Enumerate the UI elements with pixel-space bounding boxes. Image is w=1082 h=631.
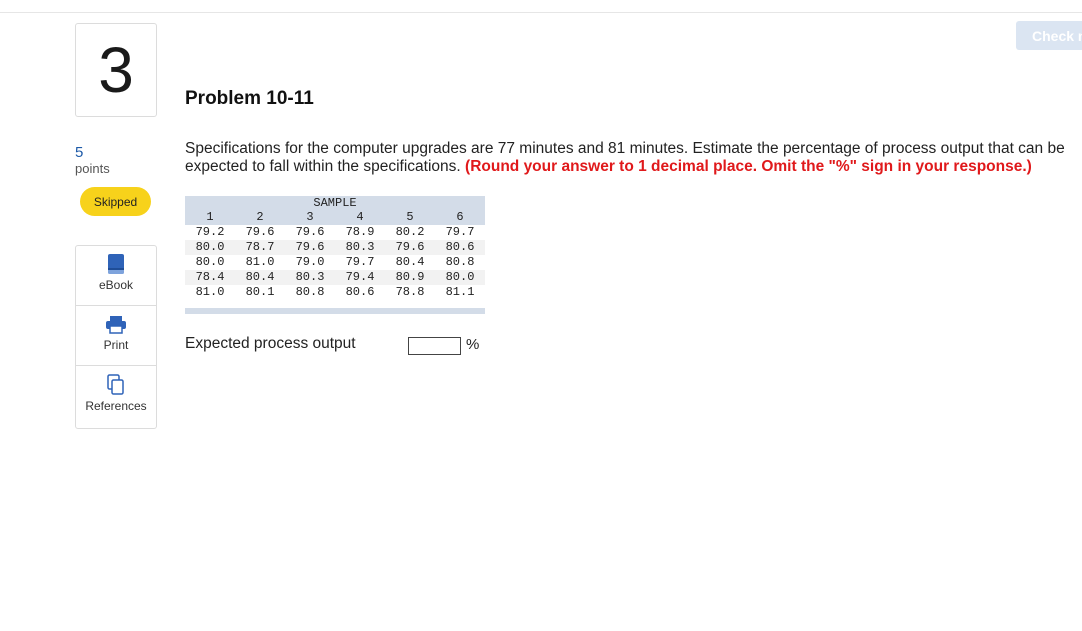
table-cell: 78.8 xyxy=(395,285,425,299)
tools-panel: eBook Print References xyxy=(75,245,157,429)
expected-output-input[interactable] xyxy=(408,337,461,355)
references-icon xyxy=(106,370,126,396)
check-my-work-button[interactable]: Check m xyxy=(1016,21,1082,50)
column-header: 3 xyxy=(306,210,314,224)
references-label: References xyxy=(85,399,147,413)
column-header: 6 xyxy=(456,210,464,224)
rounding-instruction: (Round your answer to 1 decimal place. O… xyxy=(465,158,1032,175)
percent-unit: % xyxy=(466,336,480,353)
table-cell: 78.7 xyxy=(245,240,275,254)
sample-table-body: 79.2 79.6 79.6 78.9 80.2 79.7 80.0 78.7 79.6 80.3… xyxy=(185,225,485,300)
table-cell: 80.2 xyxy=(395,225,425,239)
table-cell: 79.4 xyxy=(345,270,375,284)
top-divider xyxy=(0,12,1082,13)
table-cell: 80.6 xyxy=(445,240,475,254)
ebook-label: eBook xyxy=(98,278,134,292)
book-icon xyxy=(106,249,126,275)
sample-table-columns: 1 2 3 4 5 6 xyxy=(185,210,485,225)
sample-table: SAMPLE 1 2 3 4 5 6 79.2 79.6 79.6 78.9 80.2 7… xyxy=(185,196,485,314)
column-header: 4 xyxy=(356,210,364,224)
table-cell: 81.1 xyxy=(445,285,475,299)
table-cell: 81.0 xyxy=(195,285,225,299)
table-cell: 80.4 xyxy=(245,270,275,284)
table-cell: 80.3 xyxy=(345,240,375,254)
sample-table-footer xyxy=(185,308,485,314)
sample-table-header: SAMPLE xyxy=(185,196,485,210)
table-cell: 80.9 xyxy=(395,270,425,284)
table-cell: 79.6 xyxy=(295,240,325,254)
table-row: 78.4 80.4 80.3 79.4 80.9 80.0 xyxy=(185,270,485,285)
print-label: Print xyxy=(103,338,129,352)
table-cell: 80.8 xyxy=(295,285,325,299)
table-cell: 79.6 xyxy=(295,225,325,239)
table-cell: 79.7 xyxy=(445,225,475,239)
references-button[interactable]: References xyxy=(76,366,156,426)
table-cell: 80.8 xyxy=(445,255,475,269)
status-badge: Skipped xyxy=(80,187,151,216)
table-cell: 80.0 xyxy=(195,240,225,254)
question-number: 3 xyxy=(75,23,157,117)
prompt-line-1: Specifications for the computer upgrades… xyxy=(185,140,1065,157)
table-cell: 79.7 xyxy=(345,255,375,269)
table-row: 80.0 81.0 79.0 79.7 80.4 80.8 xyxy=(185,255,485,270)
table-cell: 78.9 xyxy=(345,225,375,239)
prompt-line-2-text: expected to fall within the specificatio… xyxy=(185,158,461,175)
table-row: 81.0 80.1 80.8 80.6 78.8 81.1 xyxy=(185,285,485,300)
points-label: points xyxy=(75,161,110,176)
table-cell: 81.0 xyxy=(245,255,275,269)
problem-title: Problem 10-11 xyxy=(185,88,314,109)
problem-prompt: Specifications for the computer upgrades… xyxy=(185,140,1082,176)
table-cell: 78.4 xyxy=(195,270,225,284)
table-cell: 79.6 xyxy=(395,240,425,254)
points-value: 5 xyxy=(75,144,84,161)
table-row: 80.0 78.7 79.6 80.3 79.6 80.6 xyxy=(185,240,485,255)
table-cell: 80.3 xyxy=(295,270,325,284)
ebook-button[interactable]: eBook xyxy=(76,246,156,306)
answer-label: Expected process output xyxy=(185,335,356,352)
table-cell: 79.2 xyxy=(195,225,225,239)
table-row: 79.2 79.6 79.6 78.9 80.2 79.7 xyxy=(185,225,485,240)
column-header: 2 xyxy=(256,210,264,224)
print-button[interactable]: Print xyxy=(76,306,156,366)
table-cell: 80.6 xyxy=(345,285,375,299)
table-cell: 79.6 xyxy=(245,225,275,239)
table-cell: 80.4 xyxy=(395,255,425,269)
table-cell: 80.0 xyxy=(195,255,225,269)
table-cell: 80.1 xyxy=(245,285,275,299)
prompt-line-2: expected to fall within the specificatio… xyxy=(185,158,1082,176)
column-header: 5 xyxy=(406,210,414,224)
printer-icon xyxy=(105,309,127,335)
column-header: 1 xyxy=(206,210,214,224)
table-cell: 79.0 xyxy=(295,255,325,269)
table-cell: 80.0 xyxy=(445,270,475,284)
